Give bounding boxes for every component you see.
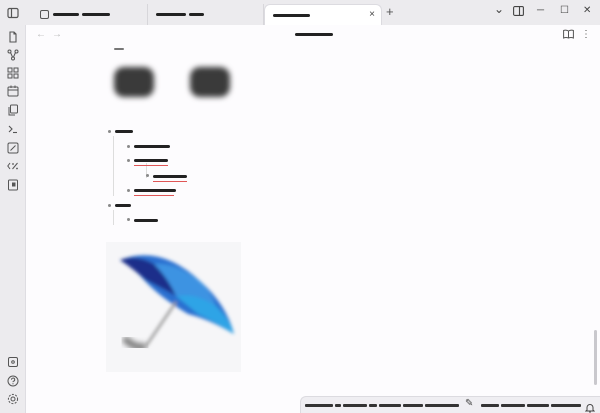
tab-2-label — [156, 13, 186, 16]
status-item[interactable] — [379, 404, 401, 407]
list-bullet[interactable] — [108, 204, 111, 207]
book-icon[interactable] — [7, 178, 19, 191]
spellcheck-underline — [134, 165, 168, 166]
forward-arrow-icon[interactable]: → — [52, 29, 62, 40]
back-arrow-icon[interactable]: ← — [36, 29, 46, 40]
status-item[interactable] — [501, 404, 525, 407]
umbrella-image — [106, 242, 241, 372]
list-bullet[interactable] — [127, 159, 130, 162]
spellcheck-underline — [134, 195, 174, 196]
help-icon[interactable] — [7, 374, 19, 387]
pencil-icon[interactable]: ✎ — [465, 398, 473, 409]
list-bullet[interactable] — [146, 174, 149, 177]
graph-icon[interactable] — [7, 48, 19, 61]
tab-1-label-2 — [82, 13, 110, 16]
list-item — [153, 175, 187, 178]
close-tab-icon[interactable]: × — [369, 9, 375, 21]
indent-guide — [113, 210, 114, 225]
settings-icon[interactable] — [7, 392, 19, 405]
tab-1[interactable] — [32, 4, 148, 25]
list-item — [115, 204, 131, 207]
files-icon[interactable] — [7, 30, 19, 43]
status-item[interactable] — [403, 404, 423, 407]
status-item[interactable] — [343, 404, 367, 407]
code-percent-icon[interactable] — [7, 159, 19, 171]
list-bullet[interactable] — [108, 130, 111, 133]
chevron-down-icon[interactable]: ⌄ — [494, 3, 504, 15]
document-icon — [40, 10, 49, 19]
blurred-image-2 — [190, 67, 230, 97]
status-item[interactable] — [305, 404, 333, 407]
status-item[interactable] — [425, 404, 459, 407]
left-ribbon — [0, 25, 26, 413]
sliders-icon[interactable] — [7, 141, 19, 154]
tab-1-label — [53, 13, 79, 16]
copy-icon[interactable] — [7, 103, 19, 116]
list-item — [134, 219, 158, 222]
view-title — [295, 33, 333, 36]
status-item[interactable] — [369, 404, 377, 407]
tab-bar: × + ⌄ ─ ☐ ✕ — [0, 0, 600, 25]
list-item — [115, 130, 133, 133]
new-tab-button[interactable]: + — [386, 4, 394, 20]
spellcheck-underline — [153, 181, 187, 182]
tab-3-label — [273, 13, 310, 17]
blurred-image-1 — [114, 67, 154, 97]
list-item — [134, 189, 176, 192]
bell-icon[interactable] — [584, 400, 596, 413]
list-bullet[interactable] — [127, 145, 130, 148]
list-bullet[interactable] — [127, 189, 130, 192]
status-bar: ✎ — [300, 396, 600, 413]
editor-pane: ← → ⋮ — [26, 25, 600, 413]
indent-guide — [113, 136, 114, 196]
tab-2[interactable] — [148, 4, 264, 25]
canvas-icon[interactable] — [7, 66, 19, 79]
status-item[interactable] — [481, 404, 499, 407]
right-sidebar-icon[interactable] — [513, 6, 524, 20]
terminal-icon[interactable] — [7, 122, 19, 134]
reading-mode-icon[interactable] — [563, 29, 574, 42]
status-item[interactable] — [335, 404, 341, 407]
scrollbar[interactable] — [594, 330, 597, 385]
sidebar-toggle-icon[interactable] — [7, 6, 19, 19]
vault-icon[interactable] — [7, 355, 19, 367]
list-item — [134, 145, 170, 148]
heading-mark — [114, 48, 124, 50]
more-options-icon[interactable]: ⋮ — [581, 29, 591, 40]
status-item[interactable] — [551, 404, 581, 407]
status-item[interactable] — [527, 404, 549, 407]
calendar-icon[interactable] — [7, 84, 19, 97]
list-bullet[interactable] — [127, 218, 130, 221]
tab-2-label-2 — [189, 13, 204, 16]
maximize-button[interactable]: ☐ — [560, 5, 569, 17]
list-item — [134, 159, 168, 162]
tab-3-active[interactable]: × — [264, 4, 382, 25]
minimize-button[interactable]: ─ — [537, 5, 544, 17]
close-window-button[interactable]: ✕ — [583, 5, 591, 17]
